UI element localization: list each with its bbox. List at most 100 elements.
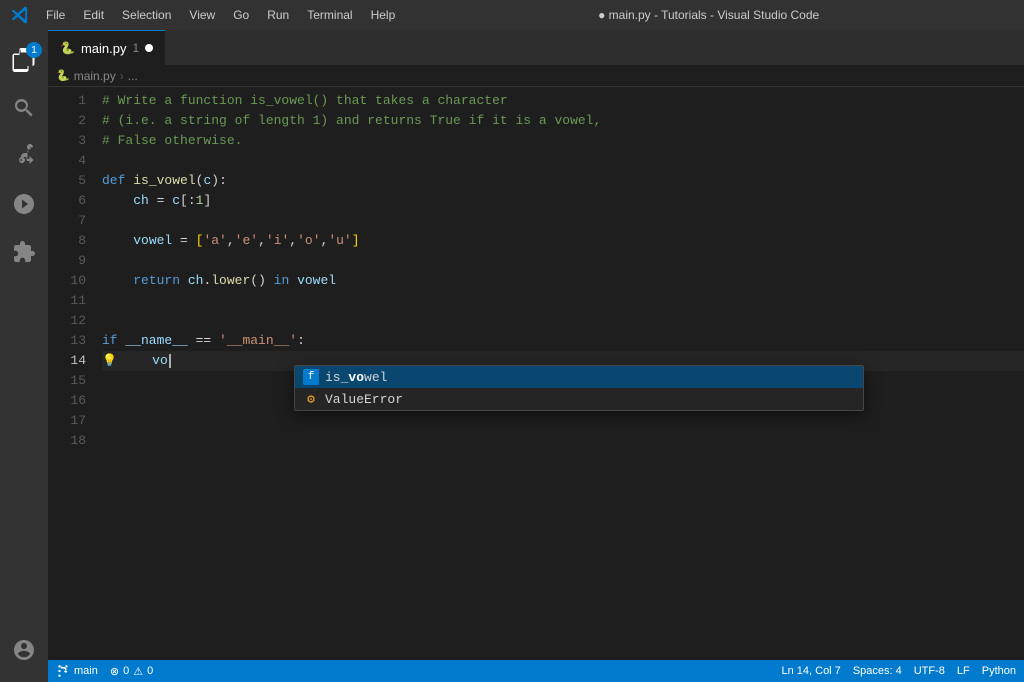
code-token: ]	[352, 231, 360, 251]
code-token: __name__	[125, 331, 187, 351]
code-token: lower	[211, 271, 250, 291]
run-debug-button[interactable]	[0, 180, 48, 228]
code-token: :	[188, 191, 196, 211]
code-token: =	[149, 191, 172, 211]
menu-terminal[interactable]: Terminal	[299, 6, 360, 24]
code-line-17	[102, 411, 1024, 431]
line-num-18: 18	[48, 431, 86, 451]
tab-main-py[interactable]: 🐍 main.py 1	[48, 30, 165, 65]
search-icon	[12, 96, 36, 120]
code-line-7	[102, 211, 1024, 231]
line-num-9: 9	[48, 251, 86, 271]
line-num-16: 16	[48, 391, 86, 411]
menu-selection[interactable]: Selection	[114, 6, 179, 24]
code-token: # (i.e. a string of length 1) and return…	[102, 111, 601, 131]
code-token: 'u'	[328, 231, 351, 251]
line-num-3: 3	[48, 131, 86, 151]
function-completion-icon: f	[303, 369, 319, 385]
code-token: 'a'	[203, 231, 226, 251]
menu-go[interactable]: Go	[225, 6, 257, 24]
source-control-button[interactable]	[0, 132, 48, 180]
statusbar-encoding[interactable]: UTF-8	[914, 665, 945, 677]
code-token: # False otherwise.	[102, 131, 242, 151]
code-token: c	[203, 171, 211, 191]
menu-edit[interactable]: Edit	[75, 6, 112, 24]
breadcrumb: 🐍 main.py › ...	[48, 65, 1024, 87]
statusbar-branch[interactable]: main	[56, 664, 98, 678]
line-num-4: 4	[48, 151, 86, 171]
breadcrumb-ellipsis[interactable]: ...	[128, 69, 138, 83]
titlebar: File Edit Selection View Go Run Terminal…	[0, 0, 1024, 30]
line-num-8: 8	[48, 231, 86, 251]
code-line-10: return ch.lower() in vowel	[102, 271, 1024, 291]
menu-run[interactable]: Run	[259, 6, 297, 24]
line-num-6: 6	[48, 191, 86, 211]
code-editor[interactable]: 1 2 3 4 5 6 7 8 9 10 11 12 13 14 15 16 1…	[48, 87, 1024, 660]
code-token: .	[203, 271, 211, 291]
extensions-icon	[12, 240, 36, 264]
code-token: in	[274, 271, 297, 291]
error-count: 0	[123, 665, 129, 677]
explorer-button[interactable]: 1	[0, 36, 48, 84]
code-token: def	[102, 171, 133, 191]
autocomplete-item-valueerror[interactable]: ⚙ ValueError	[295, 388, 863, 410]
code-line-9	[102, 251, 1024, 271]
lightbulb-icon[interactable]: 💡	[102, 351, 117, 371]
code-line-6: ch = c[:1]	[102, 191, 1024, 211]
menu-view[interactable]: View	[181, 6, 223, 24]
code-token: if	[102, 331, 125, 351]
menu-file[interactable]: File	[38, 6, 73, 24]
statusbar-language[interactable]: Python	[982, 665, 1016, 677]
code-line-13: if __name__ == '__main__':	[102, 331, 1024, 351]
code-token: vowel	[297, 271, 336, 291]
accounts-button[interactable]	[0, 626, 48, 674]
code-token: vowel	[133, 231, 172, 251]
line-num-7: 7	[48, 211, 86, 231]
source-control-icon	[12, 144, 36, 168]
code-token: 'o'	[297, 231, 320, 251]
statusbar-eol[interactable]: LF	[957, 665, 970, 677]
line-num-10: 10	[48, 271, 86, 291]
code-content[interactable]: # Write a function is_vowel() that takes…	[98, 87, 1024, 660]
code-token: vo	[152, 351, 168, 371]
code-token: # Write a function is_vowel() that takes…	[102, 91, 508, 111]
statusbar-cursor-pos[interactable]: Ln 14, Col 7	[781, 665, 840, 677]
tab-filename: main.py	[81, 41, 127, 56]
code-token	[102, 271, 133, 291]
autocomplete-item-is-vowel[interactable]: f is_vowel	[295, 366, 863, 388]
extensions-button[interactable]	[0, 228, 48, 276]
line-num-5: 5	[48, 171, 86, 191]
branch-icon	[56, 664, 70, 678]
class-completion-icon: ⚙	[303, 391, 319, 407]
statusbar-errors[interactable]: ⊗ 0 ⚠ 0	[110, 665, 153, 678]
statusbar-spaces[interactable]: Spaces: 4	[853, 665, 902, 677]
tab-number: 1	[132, 41, 139, 55]
line-num-1: 1	[48, 91, 86, 111]
breadcrumb-filename[interactable]: main.py	[74, 69, 116, 83]
code-line-4	[102, 151, 1024, 171]
code-line-3: # False otherwise.	[102, 131, 1024, 151]
code-token	[102, 191, 133, 211]
menu-bar: File Edit Selection View Go Run Terminal…	[38, 6, 403, 24]
accounts-icon	[12, 638, 36, 662]
menu-help[interactable]: Help	[363, 6, 404, 24]
line-num-2: 2	[48, 111, 86, 131]
autocomplete-label-is-vowel: is_vowel	[325, 370, 387, 385]
line-num-12: 12	[48, 311, 86, 331]
line-numbers: 1 2 3 4 5 6 7 8 9 10 11 12 13 14 15 16 1…	[48, 87, 98, 660]
code-line-8: vowel = ['a','e','i','o','u']	[102, 231, 1024, 251]
code-token: =	[172, 231, 195, 251]
statusbar: main ⊗ 0 ⚠ 0 Ln 14, Col 7 Spaces: 4 UTF-…	[48, 660, 1024, 682]
breadcrumb-separator: ›	[120, 69, 124, 83]
search-button[interactable]	[0, 84, 48, 132]
statusbar-right: Ln 14, Col 7 Spaces: 4 UTF-8 LF Python	[781, 665, 1016, 677]
activity-bar: 1	[0, 30, 48, 682]
code-token: ,	[321, 231, 329, 251]
code-token: ()	[250, 271, 273, 291]
code-token: '__main__'	[219, 331, 297, 351]
code-line-5: def is_vowel(c):	[102, 171, 1024, 191]
branch-name: main	[74, 665, 98, 677]
window-title: ● main.py - Tutorials - Visual Studio Co…	[598, 8, 819, 22]
code-token: c	[172, 191, 180, 211]
python-file-icon: 🐍	[60, 41, 75, 55]
